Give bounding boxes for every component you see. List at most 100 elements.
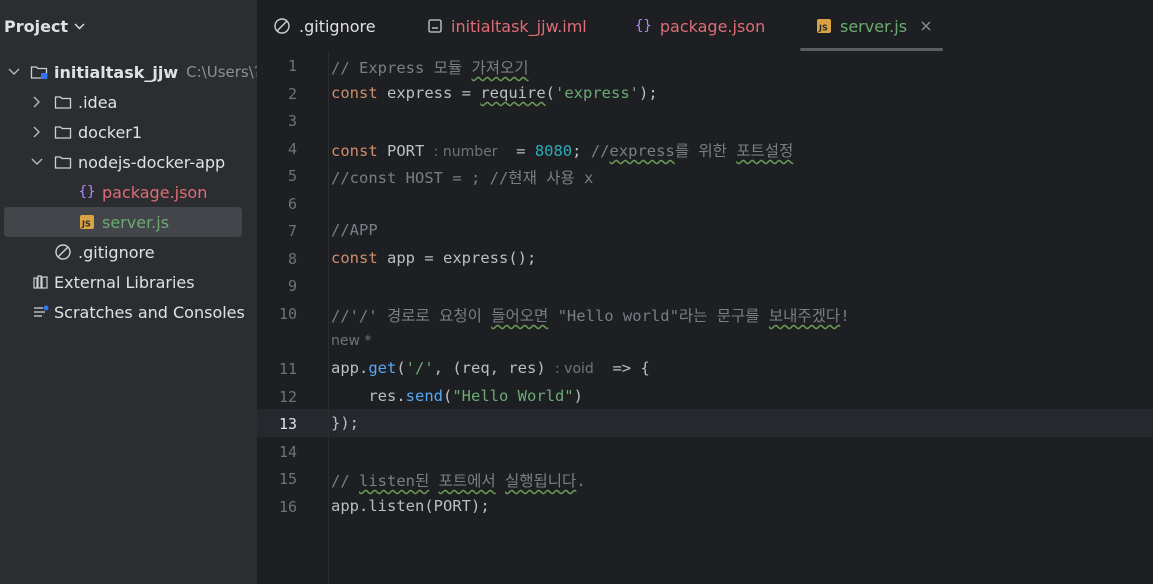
close-icon[interactable] — [921, 21, 931, 31]
chevron-right-icon[interactable] — [30, 95, 44, 109]
iml-file-icon — [427, 18, 443, 34]
code-line-4[interactable]: const PORT : number = 8080; //express를 위… — [331, 139, 793, 161]
line-number: 14 — [278, 443, 297, 461]
code-token: app = express(); — [377, 249, 537, 267]
function-token: send — [405, 387, 443, 405]
project-view-header[interactable]: Project — [4, 14, 85, 38]
comment-token: listen된 — [359, 472, 430, 490]
tree-item-label: docker1 — [78, 122, 143, 142]
line-number: 10 — [278, 305, 297, 323]
tree-item-external-libraries[interactable]: External Libraries — [0, 267, 257, 297]
code-line-15[interactable]: // listen된 포트에서 실행됩니다. — [331, 469, 586, 491]
code-line-7[interactable]: //APP — [331, 221, 378, 239]
code-line-13[interactable]: }); — [331, 414, 359, 432]
code-line-2[interactable]: const express = require('express'); — [331, 84, 658, 102]
tab-gitignore[interactable]: .gitignore — [273, 14, 376, 38]
tree-item-label: package.json — [102, 182, 208, 202]
string-token: 'express' — [555, 84, 639, 102]
code-token: app. — [331, 497, 369, 515]
line-number: 6 — [287, 195, 297, 213]
code-line-8[interactable]: const app = express(); — [331, 249, 536, 267]
line-number: 15 — [278, 470, 297, 488]
scratches-icon — [32, 304, 50, 320]
line-number: 1 — [287, 57, 297, 75]
comment-token: 포트에서 — [438, 472, 496, 490]
line-number: 12 — [278, 388, 297, 406]
comment-token: // Express 모듈 — [331, 59, 472, 77]
gitignore-file-icon — [54, 244, 72, 260]
type-hint: : number — [433, 144, 498, 160]
code-line-12[interactable]: res.send("Hello World") — [331, 387, 583, 405]
code-line-10[interactable]: //'/' 경로로 요청이 들어오면 "Hello world"라는 문구를 보… — [331, 304, 850, 326]
chevron-down-icon[interactable] — [30, 155, 44, 169]
tree-item-server-js[interactable]: JS server.js — [4, 207, 242, 237]
json-file-icon: {} — [78, 184, 96, 200]
code-line-16[interactable]: app.listen(PORT); — [331, 497, 490, 515]
js-file-icon: JS — [816, 18, 832, 34]
project-view-title: Project — [4, 16, 69, 36]
project-sidebar: Project initialtask_jjw C:\Users\? .idea… — [0, 0, 257, 584]
comment-token: // — [331, 472, 359, 490]
comment-token: 포트설정 — [736, 142, 794, 160]
comment-token: 가져오기 — [471, 59, 529, 77]
function-token: get — [368, 359, 397, 377]
tab-package-json[interactable]: {} package.json — [635, 14, 765, 38]
current-line-highlight — [257, 409, 1153, 437]
code-token: ( — [545, 84, 555, 102]
tree-item-docker1[interactable]: docker1 — [0, 117, 257, 147]
code-token: res. — [331, 387, 406, 405]
code-token: => { — [593, 359, 650, 377]
tree-item-initialtask-jjw[interactable]: initialtask_jjw C:\Users\? — [0, 57, 257, 87]
line-number: 5 — [287, 167, 297, 185]
code-token: , (req, res) — [433, 359, 555, 377]
folder-icon — [54, 94, 72, 110]
line-number: 7 — [287, 222, 297, 240]
line-number: 3 — [287, 112, 297, 130]
chevron-down-icon[interactable] — [74, 20, 85, 33]
tree-item-label: nodejs-docker-app — [78, 152, 226, 172]
line-number: 2 — [287, 85, 297, 103]
line-number: 4 — [287, 140, 297, 158]
line-number-current: 13 — [278, 415, 297, 433]
tree-item-scratches[interactable]: Scratches and Consoles — [0, 297, 257, 327]
tree-item-label: initialtask_jjw — [54, 62, 179, 82]
svg-text:JS: JS — [818, 24, 828, 33]
active-tab-indicator — [800, 48, 943, 51]
function-token: listen — [368, 497, 425, 515]
comment-token: . — [576, 472, 586, 490]
comment-token: //'/' 경로로 요청이 — [331, 307, 492, 325]
code-token: ) — [573, 387, 583, 405]
tab-label: package.json — [659, 16, 766, 36]
tab-label: initialtask_jjw.iml — [451, 16, 587, 36]
editor-area: .gitignore initialtask_jjw.iml {} packag… — [257, 0, 1153, 584]
tree-item-nodejs-docker-app[interactable]: nodejs-docker-app — [0, 147, 257, 177]
chevron-right-icon[interactable] — [30, 125, 44, 139]
comment-token: 보내주겠다 — [768, 307, 841, 325]
comment-token: "Hello world"라는 문구를 — [548, 307, 769, 325]
code-line-5[interactable]: //const HOST = ; //현재 사용 x — [331, 166, 593, 188]
line-number: 16 — [278, 498, 297, 516]
tree-item-label: .idea — [78, 92, 118, 112]
code-token: app. — [331, 359, 369, 377]
tab-initialtask-iml[interactable]: initialtask_jjw.iml — [427, 14, 587, 38]
code-line-11[interactable]: app.get('/', (req, res) : void => { — [331, 359, 650, 377]
comment-token: express — [609, 142, 675, 160]
tree-item-gitignore[interactable]: .gitignore — [0, 237, 257, 267]
tree-item-package-json[interactable]: {} package.json — [0, 177, 257, 207]
tab-label: .gitignore — [299, 16, 376, 36]
svg-text:JS: JS — [81, 220, 91, 229]
code-token: ); — [639, 84, 658, 102]
comment-token — [429, 472, 438, 490]
usages-inlay-hint[interactable]: new * — [331, 333, 371, 349]
tab-server-js[interactable]: JS server.js — [816, 14, 931, 38]
line-number: 8 — [287, 250, 297, 268]
tree-item-idea[interactable]: .idea — [0, 87, 257, 117]
project-folder-icon — [30, 64, 48, 80]
chevron-down-icon[interactable] — [8, 65, 20, 79]
project-path: C:\Users\? — [186, 63, 257, 81]
keyword-token: const — [331, 142, 378, 160]
comment-token: // — [590, 142, 610, 160]
code-token: = — [497, 142, 535, 160]
js-file-icon: JS — [78, 214, 96, 230]
code-line-1[interactable]: // Express 모듈 가져오기 — [331, 56, 529, 78]
